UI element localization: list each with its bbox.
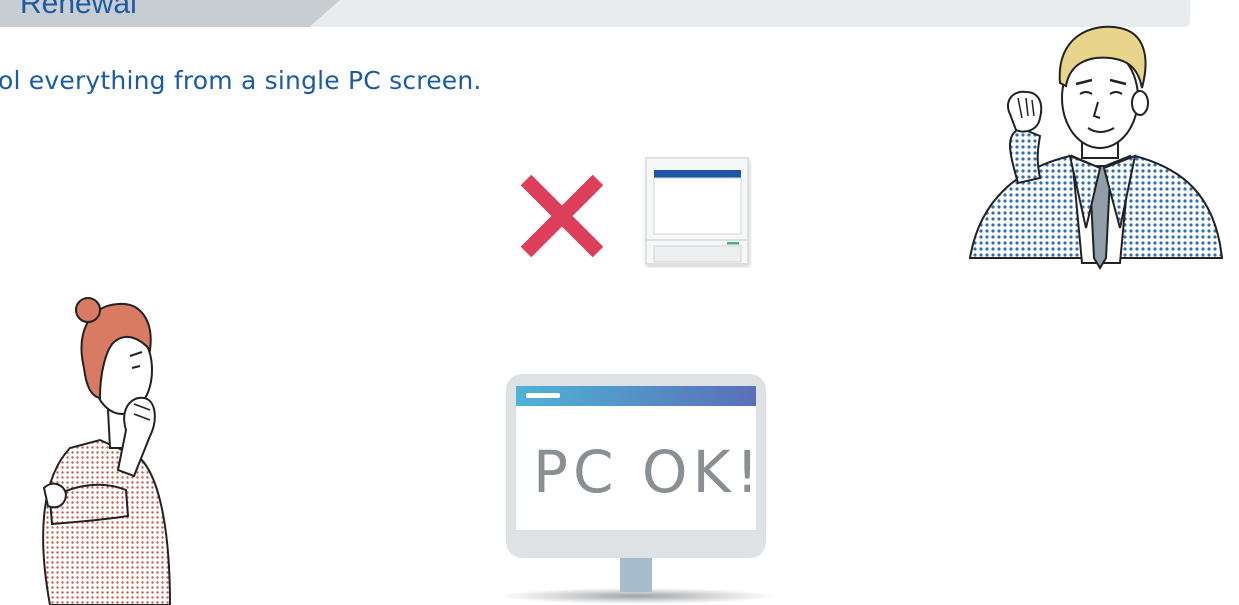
pc-ok-label: PC OK! — [533, 438, 764, 506]
subtitle-text: ol everything from a single PC screen. — [0, 66, 482, 95]
thinking-woman-illustration — [42, 297, 172, 605]
businessman-illustration — [968, 25, 1224, 270]
legacy-panel-icon — [645, 157, 749, 265]
page-title: Renewal — [20, 0, 137, 20]
cross-icon — [520, 174, 604, 258]
